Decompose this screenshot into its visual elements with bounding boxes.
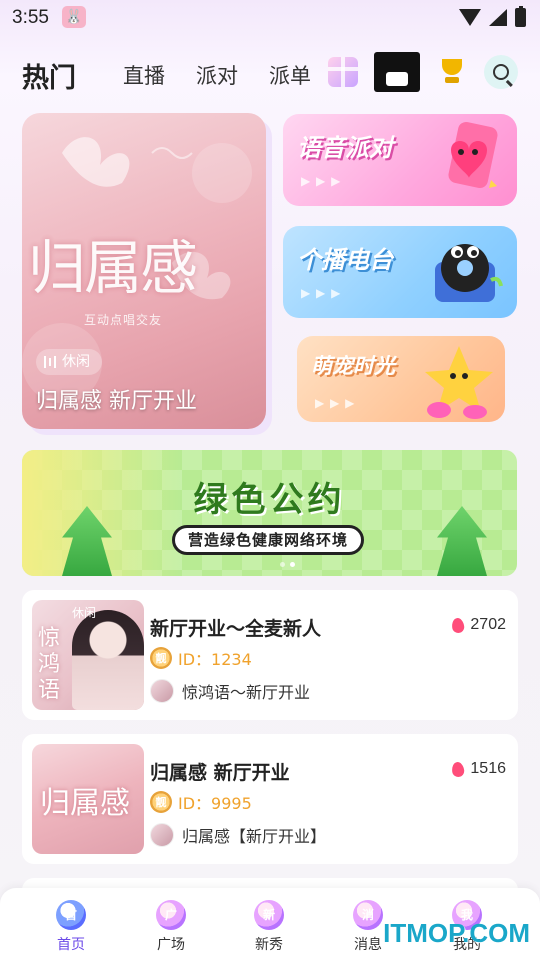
pretty-id-badge-icon: 靓: [150, 791, 172, 813]
category-label: 个播电台: [297, 246, 393, 274]
pagination-dot: [280, 562, 285, 567]
room-heat: 2702: [451, 616, 506, 634]
banner-pagination: [280, 562, 295, 567]
trophy-icon: [437, 57, 467, 87]
owner-avatar: [150, 823, 174, 847]
owner-name: 惊鸿语～新厅开业: [182, 683, 311, 702]
green-pact-banner[interactable]: 绿色公约 营造绿色健康网络环境: [22, 450, 517, 576]
room-thumbnail: 惊鸿语 休闲: [32, 600, 144, 710]
avatar-button[interactable]: [374, 52, 420, 92]
tab-label: 广场: [157, 937, 185, 953]
featured-room-tag-label: 休闲: [62, 354, 90, 370]
status-indicators: [459, 6, 526, 27]
arrow-icon: ▶ ▶ ▶: [301, 174, 342, 188]
room-thumbnail: 归属感: [32, 744, 144, 854]
status-bar: 3:55 🐰: [0, 0, 540, 36]
arrow-icon: ▶ ▶ ▶: [301, 286, 342, 300]
signal-icon: [489, 9, 507, 26]
room-id-row: 靓 ID：9995: [150, 790, 252, 814]
tab-label: 新秀: [255, 937, 283, 953]
banner-subtitle: 营造绿色健康网络环境: [172, 525, 364, 555]
category-voice-party[interactable]: 语音派对 ▶ ▶ ▶: [283, 114, 517, 206]
battery-icon: [515, 6, 526, 27]
tab-live[interactable]: 直播: [123, 60, 165, 90]
ranking-button[interactable]: [432, 52, 472, 92]
newcomers-icon: 新: [254, 900, 284, 930]
turntable-icon: [435, 244, 503, 302]
room-heat-value: 2702: [470, 616, 506, 633]
flame-icon: [451, 616, 466, 634]
room-heat-value: 1516: [470, 760, 506, 777]
room-id: ID：9995: [178, 794, 252, 813]
tab-hot[interactable]: 热门: [22, 56, 76, 95]
search-button[interactable]: [481, 52, 521, 92]
room-list-item[interactable]: 惊鸿语 休闲 新厅开业～全麦新人 2702 靓 ID：1234 惊鸿语～新厅开业: [22, 590, 518, 720]
category-label: 语音派对: [297, 134, 393, 162]
room-thumbnail-text: 惊鸿语: [38, 626, 61, 703]
owner-avatar: [150, 679, 174, 703]
app-notification-icon: 🐰: [62, 6, 86, 28]
room-thumbnail-text: 归属感: [40, 786, 130, 821]
pretty-id-badge-icon: 靓: [150, 647, 172, 669]
category-label: 萌宠时光: [311, 354, 395, 378]
owner-name: 归属感【新厅开业】: [182, 827, 327, 846]
avatar: [374, 52, 420, 92]
banner-title: 绿色公约: [193, 480, 346, 520]
wifi-icon: [459, 9, 481, 26]
pagination-dot-active: [290, 562, 295, 567]
room-thumbnail-tag: 休闲: [72, 606, 97, 620]
gift-icon: [328, 57, 358, 87]
gift-button[interactable]: [323, 52, 363, 92]
top-nav: 热门 直播 派对 派单: [0, 48, 540, 98]
arrow-icon: ▶ ▶ ▶: [315, 396, 356, 410]
tab-square[interactable]: 广 广场: [136, 900, 206, 954]
room-title: 归属感 新厅开业: [150, 762, 290, 784]
category-pet-time[interactable]: 萌宠时光 ▶ ▶ ▶: [297, 336, 505, 422]
tab-label: 首页: [57, 937, 85, 953]
room-id-row: 靓 ID：1234: [150, 646, 252, 670]
star-pet-icon: [425, 346, 493, 419]
featured-room-title: 归属感 新厅开业: [36, 389, 197, 414]
search-icon: [484, 55, 518, 89]
featured-room-card[interactable]: 归属感 互动点唱交友 休闲 归属感 新厅开业: [22, 113, 266, 429]
featured-room-tag: 休闲: [36, 349, 102, 375]
home-icon: 首: [56, 900, 86, 930]
tab-dispatch[interactable]: 派单: [269, 60, 311, 90]
room-list-item[interactable]: 归属感 归属感 新厅开业 1516 靓 ID：9995 归属感【新厅开业】: [22, 734, 518, 864]
status-time: 3:55: [12, 7, 49, 28]
tab-newcomers[interactable]: 新 新秀: [234, 900, 304, 954]
square-icon: 广: [156, 900, 186, 930]
audio-bars-icon: [44, 356, 56, 368]
room-id: ID：1234: [178, 650, 252, 669]
tab-home[interactable]: 首 首页: [36, 900, 106, 954]
messages-icon: 消: [353, 900, 383, 930]
tab-party[interactable]: 派对: [196, 60, 238, 90]
category-personal-radio[interactable]: 个播电台 ▶ ▶ ▶: [283, 226, 517, 318]
room-heat: 1516: [451, 760, 506, 778]
room-owner-row: 惊鸿语～新厅开业: [150, 679, 310, 703]
room-title: 新厅开业～全麦新人: [150, 618, 322, 640]
watermark-logo: ITMOP.COM: [383, 918, 530, 948]
featured-room-art-subtitle: 互动点唱交友: [84, 313, 163, 327]
heart-phone-icon: [448, 122, 498, 188]
room-owner-row: 归属感【新厅开业】: [150, 823, 326, 847]
flame-icon: [451, 760, 466, 778]
featured-room-art-title: 归属感: [28, 234, 198, 302]
